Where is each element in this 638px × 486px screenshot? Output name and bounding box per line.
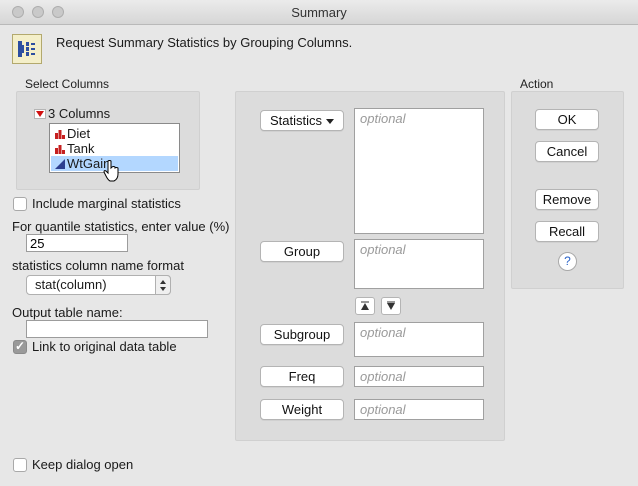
move-up-icon (361, 301, 369, 310)
column-count-label: 3 Columns (48, 106, 111, 121)
select-columns-label: Select Columns (25, 77, 110, 91)
recall-button[interactable]: Recall (535, 221, 599, 242)
move-up-button[interactable] (355, 297, 375, 315)
header-text: Request Summary Statistics by Grouping C… (56, 35, 353, 50)
keep-open-label: Keep dialog open (32, 457, 134, 472)
ok-button[interactable]: OK (535, 109, 599, 130)
keep-open-checkbox[interactable] (13, 458, 27, 472)
nominal-column-icon (55, 130, 65, 139)
freq-role-box[interactable]: optional (354, 366, 484, 387)
summary-icon (12, 34, 42, 64)
subgroup-role-box[interactable]: optional (354, 322, 484, 357)
freq-button[interactable]: Freq (260, 366, 344, 387)
nominal-column-icon (55, 145, 65, 154)
column-name: Diet (67, 126, 91, 141)
move-down-icon (387, 301, 395, 310)
list-item-tank[interactable]: Tank (51, 141, 178, 156)
link-original-checkbox[interactable] (13, 339, 27, 354)
list-item-diet[interactable]: Diet (51, 126, 178, 141)
output-name-input[interactable] (26, 320, 208, 338)
output-name-label: Output table name: (12, 305, 123, 320)
include-marginal-checkbox[interactable] (13, 197, 27, 211)
dropdown-caret-icon (326, 119, 334, 125)
subgroup-button[interactable]: Subgroup (260, 324, 344, 345)
disclosure-triangle-icon[interactable] (34, 109, 46, 119)
statistics-role-box[interactable]: optional (354, 108, 484, 234)
group-role-box[interactable]: optional (354, 239, 484, 289)
hand-cursor-icon (103, 160, 119, 182)
title-bar: Summary (0, 0, 638, 25)
include-marginal-label: Include marginal statistics (32, 196, 181, 211)
window-title: Summary (291, 5, 347, 20)
statistics-button[interactable]: Statistics (260, 110, 344, 131)
cancel-button[interactable]: Cancel (535, 141, 599, 162)
help-button[interactable]: ? (558, 252, 577, 271)
move-down-button[interactable] (381, 297, 401, 315)
help-icon: ? (564, 254, 571, 268)
action-label: Action (520, 77, 554, 91)
remove-button[interactable]: Remove (535, 189, 599, 210)
continuous-column-icon (55, 159, 65, 169)
weight-role-box[interactable]: optional (354, 399, 484, 420)
chevron-updown-icon (155, 275, 171, 295)
quantile-input[interactable] (26, 234, 128, 252)
statistics-button-label: Statistics (269, 113, 322, 128)
column-name: Tank (67, 141, 95, 156)
name-format-select[interactable]: stat(column) (26, 275, 171, 295)
weight-button[interactable]: Weight (260, 399, 344, 420)
name-format-label: statistics column name format (12, 258, 184, 273)
name-format-value: stat(column) (35, 277, 107, 292)
link-original-label: Link to original data table (32, 339, 177, 354)
quantile-label: For quantile statistics, enter value (%) (12, 219, 230, 234)
group-button[interactable]: Group (260, 241, 344, 262)
